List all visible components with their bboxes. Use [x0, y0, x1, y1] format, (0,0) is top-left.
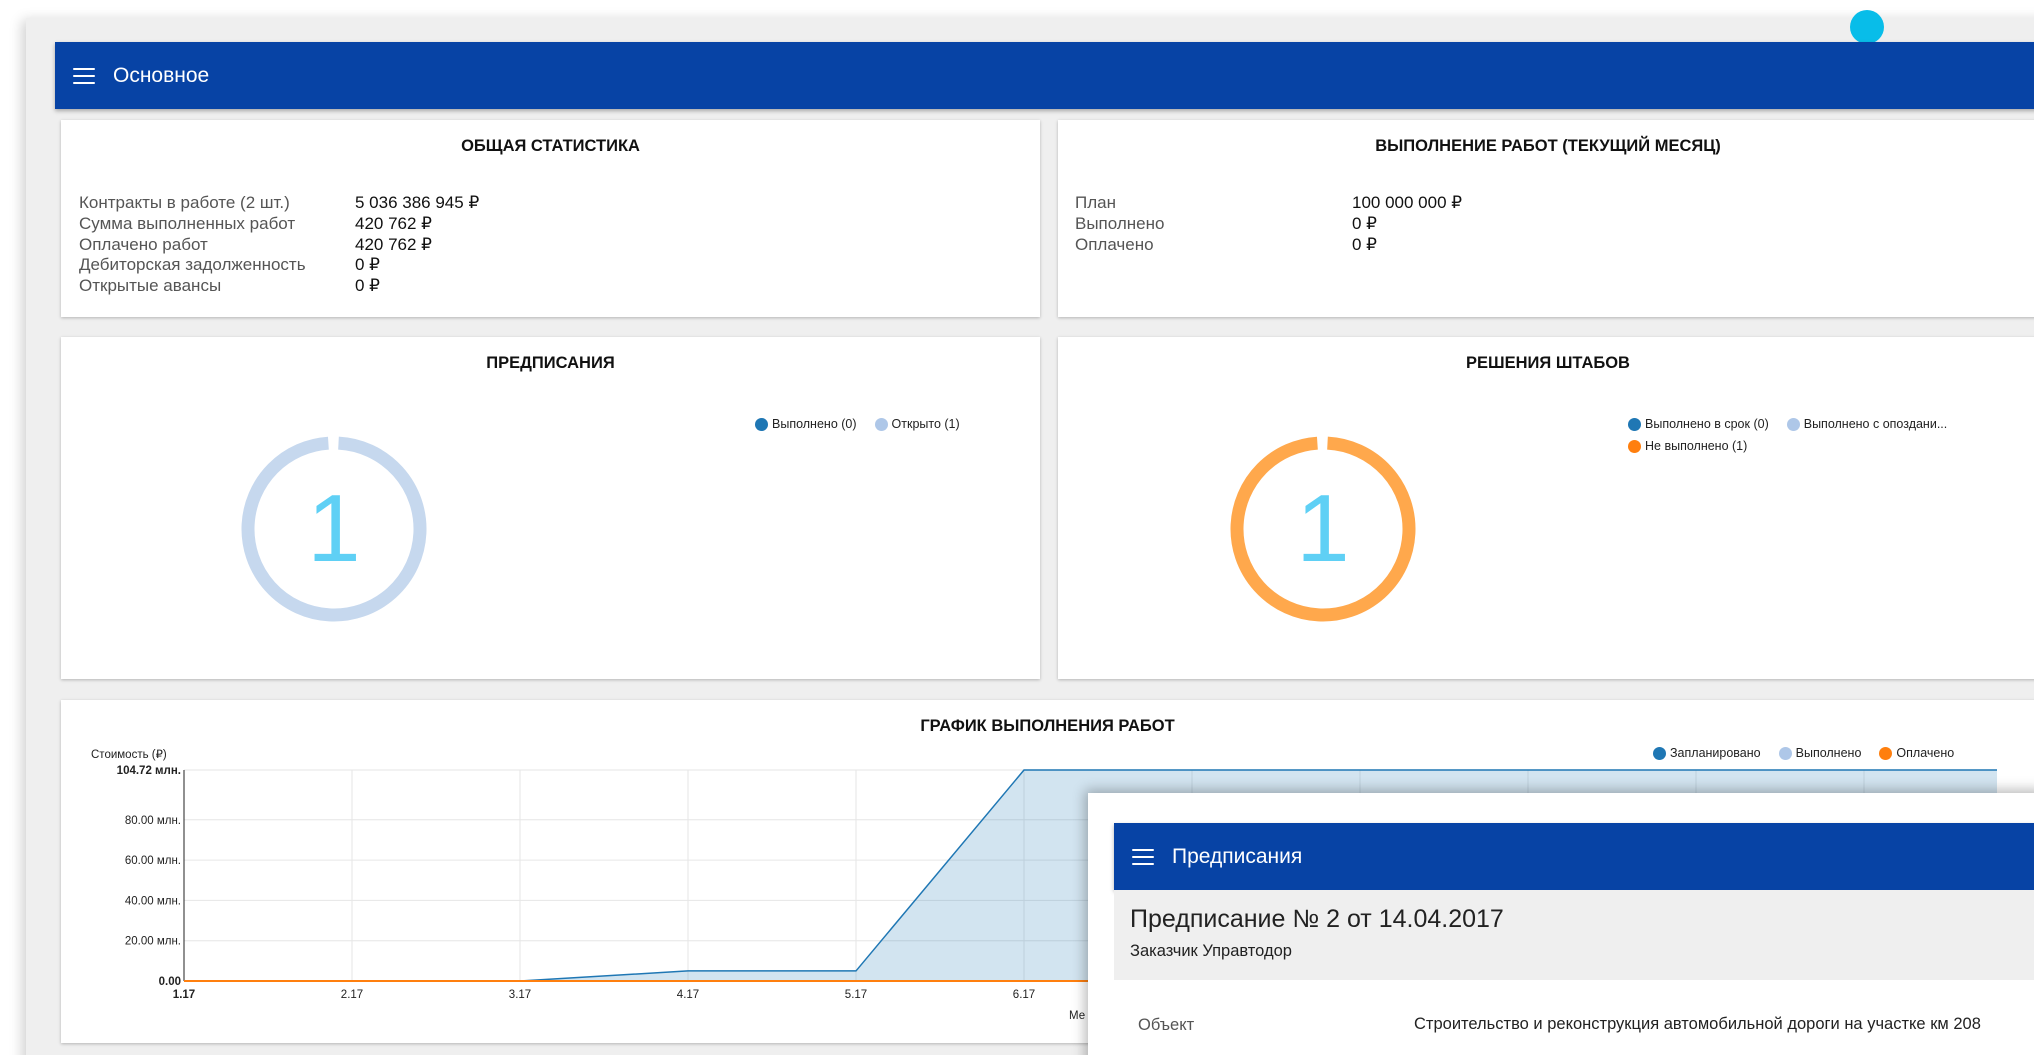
x-tick-label: 1.17: [173, 989, 195, 1001]
general-stats-title: ОБЩАЯ СТАТИСТИКА: [461, 137, 640, 155]
stat-value: 420 762 ₽: [355, 214, 432, 233]
legend-item-not-done[interactable]: Не выполнено (1): [1628, 435, 1747, 457]
legend-dot-icon: [1628, 439, 1641, 453]
legend-dot-icon: [755, 417, 768, 431]
legend-item-open[interactable]: Открыто (1): [874, 413, 960, 435]
legend-item-late[interactable]: Выполнено с опоздани...: [1786, 413, 1948, 435]
prescription-customer: Заказчик Управтодор: [1130, 942, 1292, 960]
y-tick-label: 104.72 млн.: [117, 765, 181, 777]
legend-label: Не выполнено (1): [1645, 439, 1748, 453]
stat-label: Сумма выполненных работ: [79, 214, 296, 233]
monthly-title: ВЫПОЛНЕНИЕ РАБОТ (ТЕКУЩИЙ МЕСЯЦ): [1375, 137, 1721, 155]
stat-value: 0 ₽: [355, 255, 380, 274]
x-axis-label: Ме: [1069, 1010, 1085, 1022]
legend-item-done[interactable]: Выполнено (0): [755, 413, 857, 435]
x-tick-label: 6.17: [1013, 989, 1035, 1001]
hq-decisions-legend: Выполнено в срок (0) Выполнено с опоздан…: [1628, 413, 2028, 457]
prescriptions-title: ПРЕДПИСАНИЯ: [486, 354, 615, 372]
prescriptions-app-bar: Предписания: [1114, 823, 2034, 890]
stat-label: Дебиторская задолженность: [79, 255, 306, 274]
screen: { "appbar": { "title": "Основное" }, "ge…: [0, 0, 2034, 1055]
app-bar-title: Основное: [113, 63, 210, 87]
monthly-card: ВЫПОЛНЕНИЕ РАБОТ (ТЕКУЩИЙ МЕСЯЦ) План 10…: [1058, 120, 2034, 317]
object-label: Объект: [1138, 1016, 1195, 1034]
legend-label: Открыто (1): [891, 417, 960, 431]
stat-value: 420 762 ₽: [355, 235, 432, 254]
stat-label: Оплачено работ: [79, 235, 208, 254]
hq-decisions-donut[interactable]: 1: [1223, 429, 1423, 629]
stat-label: Выполнено: [1075, 214, 1165, 233]
donut-total: 1: [1296, 475, 1350, 582]
general-stats-card: ОБЩАЯ СТАТИСТИКА Контракты в работе (2 ш…: [61, 120, 1040, 317]
x-tick-label: 2.17: [341, 989, 363, 1001]
prescriptions-legend: Выполнено (0) Открыто (1): [755, 413, 978, 435]
stat-label: Оплачено: [1075, 235, 1154, 254]
stat-label: План: [1075, 193, 1116, 212]
donut-total: 1: [307, 475, 361, 582]
x-tick-label: 4.17: [677, 989, 699, 1001]
y-tick-label: 20.00 млн.: [125, 936, 181, 948]
menu-icon[interactable]: [1132, 848, 1154, 865]
menu-icon[interactable]: [73, 67, 95, 84]
legend-dot-icon: [874, 417, 888, 431]
prescriptions-bar-title: Предписания: [1172, 844, 1303, 868]
stat-value: 5 036 386 945 ₽: [355, 193, 480, 212]
hq-decisions-card: РЕШЕНИЯ ШТАБОВ Выполнено в срок (0) Выпо…: [1058, 337, 2034, 679]
object-value: Строительство и реконструкция автомобиль…: [1414, 1015, 1981, 1033]
y-tick-label: 40.00 млн.: [125, 895, 181, 907]
legend-dot-icon: [1628, 417, 1641, 431]
prescription-heading: Предписание № 2 от 14.04.2017: [1130, 905, 1504, 933]
y-tick-label: 0.00: [159, 976, 181, 988]
stat-value: 0 ₽: [355, 276, 380, 295]
stat-label: Контракты в работе (2 шт.): [79, 193, 290, 212]
legend-label: Выполнено в срок (0): [1645, 417, 1769, 431]
stat-value: 0 ₽: [1352, 235, 1377, 254]
top-app-bar: Основное: [55, 42, 2034, 109]
y-tick-label: 60.00 млн.: [125, 855, 181, 867]
legend-label: Выполнено (0): [772, 417, 857, 431]
corner-dot: [1850, 10, 1884, 44]
legend-label: Выполнено с опоздани...: [1803, 417, 1948, 431]
prescriptions-donut[interactable]: 1: [234, 429, 434, 629]
stat-label: Открытые авансы: [79, 276, 222, 295]
legend-item-on-time[interactable]: Выполнено в срок (0): [1628, 413, 1769, 435]
y-axis-label: Стоимость (₽): [91, 749, 167, 761]
prescriptions-card: ПРЕДПИСАНИЯ Выполнено (0) Открыто (1) 1: [61, 337, 1040, 679]
x-tick-label: 3.17: [509, 989, 531, 1001]
prescriptions-window: Предписания Предписание № 2 от 14.04.201…: [1088, 793, 2034, 1055]
stat-value: 0 ₽: [1352, 214, 1377, 233]
hq-decisions-title: РЕШЕНИЯ ШТАБОВ: [1466, 354, 1630, 372]
legend-dot-icon: [1786, 417, 1800, 431]
y-tick-label: 80.00 млн.: [125, 815, 181, 827]
x-tick-label: 5.17: [845, 989, 867, 1001]
prescription-header: Предписание № 2 от 14.04.2017 Заказчик У…: [1114, 890, 2034, 980]
stat-value: 100 000 000 ₽: [1352, 193, 1463, 212]
